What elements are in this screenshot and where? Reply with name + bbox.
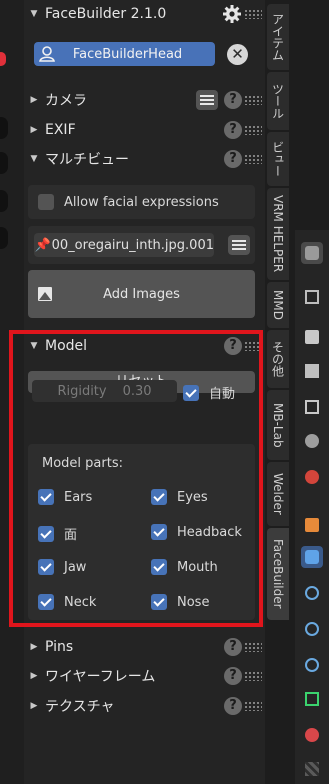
output-icon[interactable] [301,360,323,382]
collapse-arrow-icon[interactable]: ▼ [27,9,41,19]
user-icon [34,42,60,66]
object-icon[interactable] [301,514,323,536]
panel-title: テクスチャ [45,699,115,715]
allow-facial-expressions-checkbox[interactable]: Allow facial expressions [38,194,219,210]
tab-view[interactable]: ビュー [267,132,289,186]
viewport-button[interactable] [0,190,8,212]
tool-icon[interactable] [301,242,323,264]
drag-handle-icon[interactable] [244,125,262,135]
render-icon[interactable] [301,326,323,348]
scene-icon[interactable] [301,430,323,452]
model-highlight-frame [9,330,263,627]
head-name: FaceBuilderHead [72,46,183,62]
panel-title: カメラ [45,93,87,109]
exif-panel-header[interactable]: ▶ EXIF ? [24,116,265,144]
tab-tool[interactable]: ツール [267,72,289,130]
tab-other[interactable]: その他 [267,330,289,388]
pins-panel-header[interactable]: ▶ Pins ? [24,633,265,661]
record-indicator-icon [0,52,6,66]
facebuilder-panel: ▼ FaceBuilder 2.1.0 FaceBuilderHead ✕ ▶ … [9,0,265,784]
pin-icon[interactable]: 📌 [34,238,52,253]
properties-strip [295,230,329,784]
question-icon[interactable]: ? [224,697,242,715]
drag-handle-icon[interactable] [244,642,262,652]
data-icon[interactable] [301,688,323,710]
tab-welder[interactable]: Welder [267,462,289,526]
tab-facebuilder[interactable]: FaceBuilder [267,528,289,620]
tab-label: ビュー [270,141,285,177]
sidebar-tabs: アイテム ツール ビュー VRM HELPER MMD その他 MB-Lab W… [265,0,291,784]
question-icon[interactable]: ? [224,91,242,109]
panel-title: ワイヤーフレーム [45,669,156,685]
checkbox[interactable] [38,194,54,210]
tab-label: その他 [270,341,285,377]
menu-icon[interactable] [228,235,250,255]
texture-icon[interactable] [301,758,323,780]
drag-handle-icon[interactable] [244,9,262,19]
head-selector[interactable]: FaceBuilderHead [34,42,215,66]
drag-handle-icon[interactable] [244,671,262,681]
tab-label: MMD [271,290,285,320]
close-icon[interactable]: ✕ [227,44,248,65]
viewport-button[interactable] [0,152,8,174]
view-layer-icon[interactable] [301,396,323,418]
expand-arrow-icon: ▶ [30,671,38,681]
gear-icon[interactable] [222,4,242,24]
tab-label: FaceBuilder [271,539,285,609]
question-icon[interactable]: ? [224,667,242,685]
tab-item[interactable]: アイテム [267,4,289,70]
checkbox-label: Allow facial expressions [64,194,219,210]
image-file-field[interactable]: 📌 00_oregairu_inth.jpg.001 [34,233,214,257]
panel-title: マルチビュー [45,152,129,168]
question-icon[interactable]: ? [224,638,242,656]
particles-icon[interactable] [301,582,323,604]
drag-handle-icon[interactable] [244,701,262,711]
tab-label: MB-Lab [271,402,285,448]
tab-label: ツール [270,83,285,119]
facial-expressions-box: Allow facial expressions [28,185,255,219]
image-file-name: 00_oregairu_inth.jpg.001 [51,237,214,253]
question-icon[interactable]: ? [224,121,242,139]
add-images-label: Add Images [103,286,180,302]
multiview-panel-header[interactable]: ▼ マルチビュー ? [24,145,265,173]
expand-arrow-icon: ▶ [30,701,38,711]
panel-title: EXIF [45,122,76,138]
tab-label: Welder [271,473,285,515]
facebuilder-header[interactable]: ▼ FaceBuilder 2.1.0 [24,0,265,28]
collapse-arrow-icon: ▼ [30,154,38,164]
image-icon [38,287,52,301]
add-images-button[interactable]: Add Images [28,270,255,318]
expand-arrow-icon: ▶ [30,95,38,105]
modifier-icon[interactable] [301,546,323,568]
settings-icon[interactable] [301,286,323,308]
expand-arrow-icon: ▶ [30,642,38,652]
tab-vrm-helper[interactable]: VRM HELPER [267,188,289,280]
constraints-icon[interactable] [301,654,323,676]
panel-title: Pins [45,639,74,655]
viewport-button[interactable] [0,117,8,139]
drag-handle-icon[interactable] [244,154,262,164]
panel-title: FaceBuilder 2.1.0 [45,6,167,22]
material-icon[interactable] [301,724,323,746]
tab-label: VRM HELPER [271,195,285,273]
menu-icon[interactable] [196,90,218,110]
viewport-button[interactable] [0,227,8,249]
physics-icon[interactable] [301,618,323,640]
texture-panel-header[interactable]: ▶ テクスチャ ? [24,692,265,720]
drag-handle-icon[interactable] [244,95,262,105]
world-icon[interactable] [301,466,323,488]
tab-mb-lab[interactable]: MB-Lab [267,390,289,460]
tab-mmd[interactable]: MMD [267,282,289,328]
expand-arrow-icon: ▶ [30,125,38,135]
tab-label: アイテム [270,13,285,61]
question-icon[interactable]: ? [224,150,242,168]
camera-panel-header[interactable]: ▶ カメラ ? [24,86,265,114]
wireframe-panel-header[interactable]: ▶ ワイヤーフレーム ? [24,662,265,690]
